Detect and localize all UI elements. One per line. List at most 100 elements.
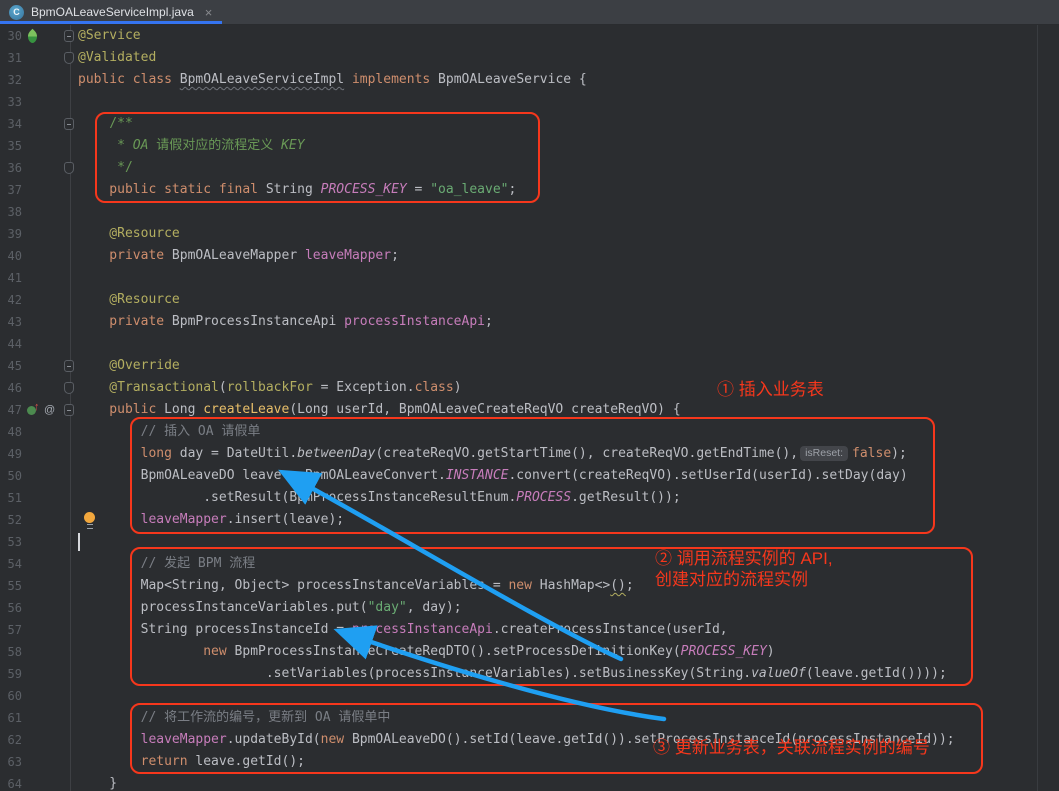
gutter[interactable]: 60 [0, 685, 71, 707]
line-number[interactable]: 64 [0, 773, 22, 791]
line-number[interactable]: 49 [0, 443, 22, 465]
code-line[interactable]: 56 processInstanceVariables.put("day", d… [0, 597, 1059, 619]
code-line[interactable]: 54 // 发起 BPM 流程 [0, 553, 1059, 575]
line-number[interactable]: 46 [0, 377, 22, 399]
code-line[interactable]: 58 new BpmProcessInstanceCreateReqDTO().… [0, 641, 1059, 663]
line-number[interactable]: 59 [0, 663, 22, 685]
code-line[interactable]: 48 // 插入 OA 请假单 [0, 421, 1059, 443]
gutter[interactable]: 36 [0, 157, 71, 179]
line-number[interactable]: 63 [0, 751, 22, 773]
line-number[interactable]: 55 [0, 575, 22, 597]
fold-icon[interactable] [64, 118, 74, 130]
spring-bean-icon[interactable] [25, 28, 41, 44]
gutter[interactable]: 61 [0, 707, 71, 729]
line-number[interactable]: 54 [0, 553, 22, 575]
gutter[interactable]: 49 [0, 443, 71, 465]
fold-icon[interactable] [64, 382, 74, 394]
overriding-method-icon[interactable]: ↑ [27, 404, 41, 416]
gutter[interactable]: 63 [0, 751, 71, 773]
fold-icon[interactable] [64, 30, 74, 42]
code-line[interactable]: 57 String processInstanceId = processIns… [0, 619, 1059, 641]
code-line[interactable]: 36 */ [0, 157, 1059, 179]
code-line[interactable]: 63 return leave.getId(); [0, 751, 1059, 773]
code-line[interactable]: 62 leaveMapper.updateById(new BpmOALeave… [0, 729, 1059, 751]
gutter[interactable]: 54 [0, 553, 71, 575]
fold-icon[interactable] [64, 404, 74, 416]
code-line[interactable]: 34 /** [0, 113, 1059, 135]
gutter[interactable]: 58 [0, 641, 71, 663]
line-number[interactable]: 52 [0, 509, 22, 531]
lightbulb-icon[interactable] [84, 512, 95, 528]
gutter[interactable]: 62 [0, 729, 71, 751]
gutter[interactable]: 32 [0, 69, 71, 91]
line-number[interactable]: 33 [0, 91, 22, 113]
gutter[interactable]: 39 [0, 223, 71, 245]
gutter[interactable]: 41 [0, 267, 71, 289]
gutter[interactable]: 38 [0, 201, 71, 223]
fold-icon[interactable] [64, 360, 74, 372]
gutter[interactable]: 55 [0, 575, 71, 597]
code-line[interactable]: 45 @Override [0, 355, 1059, 377]
line-number[interactable]: 40 [0, 245, 22, 267]
line-number[interactable]: 50 [0, 465, 22, 487]
gutter[interactable]: 33 [0, 91, 71, 113]
code-line[interactable]: 59 .setVariables(processInstanceVariable… [0, 663, 1059, 685]
gutter[interactable]: 57 [0, 619, 71, 641]
line-number[interactable]: 44 [0, 333, 22, 355]
line-number[interactable]: 62 [0, 729, 22, 751]
code-line[interactable]: 50 BpmOALeaveDO leave = BpmOALeaveConver… [0, 465, 1059, 487]
code-line[interactable]: 30@Service [0, 25, 1059, 47]
line-number[interactable]: 32 [0, 69, 22, 91]
line-number[interactable]: 35 [0, 135, 22, 157]
code-line[interactable]: 32public class BpmOALeaveServiceImpl imp… [0, 69, 1059, 91]
code-line[interactable]: 46 @Transactional(rollbackFor = Exceptio… [0, 377, 1059, 399]
code-line[interactable]: 40 private BpmOALeaveMapper leaveMapper; [0, 245, 1059, 267]
code-line[interactable]: 55 Map<String, Object> processInstanceVa… [0, 575, 1059, 597]
code-line[interactable]: 61 // 将工作流的编号，更新到 OA 请假单中 [0, 707, 1059, 729]
code-line[interactable]: 35 * OA 请假对应的流程定义 KEY [0, 135, 1059, 157]
code-line[interactable]: 31@Validated [0, 47, 1059, 69]
code-line[interactable]: 53 [0, 531, 1059, 553]
gutter[interactable]: 48 [0, 421, 71, 443]
gutter[interactable]: 42 [0, 289, 71, 311]
line-number[interactable]: 57 [0, 619, 22, 641]
gutter[interactable]: 43 [0, 311, 71, 333]
line-number[interactable]: 51 [0, 487, 22, 509]
line-number[interactable]: 58 [0, 641, 22, 663]
gutter[interactable]: 51 [0, 487, 71, 509]
code-line[interactable]: 52 leaveMapper.insert(leave); [0, 509, 1059, 531]
code-line[interactable]: 41 [0, 267, 1059, 289]
code-line[interactable]: 38 [0, 201, 1059, 223]
line-number[interactable]: 41 [0, 267, 22, 289]
code-line[interactable]: 39 @Resource [0, 223, 1059, 245]
gutter[interactable]: 35 [0, 135, 71, 157]
code-line[interactable]: 47↑@ public Long createLeave(Long userId… [0, 399, 1059, 421]
code-line[interactable]: 44 [0, 333, 1059, 355]
line-number[interactable]: 47 [0, 399, 22, 421]
line-number[interactable]: 48 [0, 421, 22, 443]
gutter[interactable]: 46 [0, 377, 71, 399]
line-number[interactable]: 61 [0, 707, 22, 729]
gutter[interactable]: 44 [0, 333, 71, 355]
code-line[interactable]: 37 public static final String PROCESS_KE… [0, 179, 1059, 201]
fold-icon[interactable] [64, 162, 74, 174]
code-editor[interactable]: 30@Service31@Validated32public class Bpm… [0, 25, 1059, 791]
line-number[interactable]: 42 [0, 289, 22, 311]
line-number[interactable]: 37 [0, 179, 22, 201]
line-number[interactable]: 31 [0, 47, 22, 69]
close-icon[interactable]: × [205, 6, 213, 19]
gutter[interactable]: 56 [0, 597, 71, 619]
gutter[interactable]: 64 [0, 773, 71, 791]
gutter[interactable]: 52 [0, 509, 71, 531]
line-number[interactable]: 34 [0, 113, 22, 135]
fold-icon[interactable] [64, 52, 74, 64]
line-number[interactable]: 53 [0, 531, 22, 553]
code-line[interactable]: 42 @Resource [0, 289, 1059, 311]
line-number[interactable]: 38 [0, 201, 22, 223]
line-number[interactable]: 39 [0, 223, 22, 245]
code-line[interactable]: 64 } [0, 773, 1059, 791]
code-line[interactable]: 33 [0, 91, 1059, 113]
line-number[interactable]: 60 [0, 685, 22, 707]
gutter[interactable]: 53 [0, 531, 71, 553]
gutter[interactable]: 47↑@ [0, 399, 71, 421]
